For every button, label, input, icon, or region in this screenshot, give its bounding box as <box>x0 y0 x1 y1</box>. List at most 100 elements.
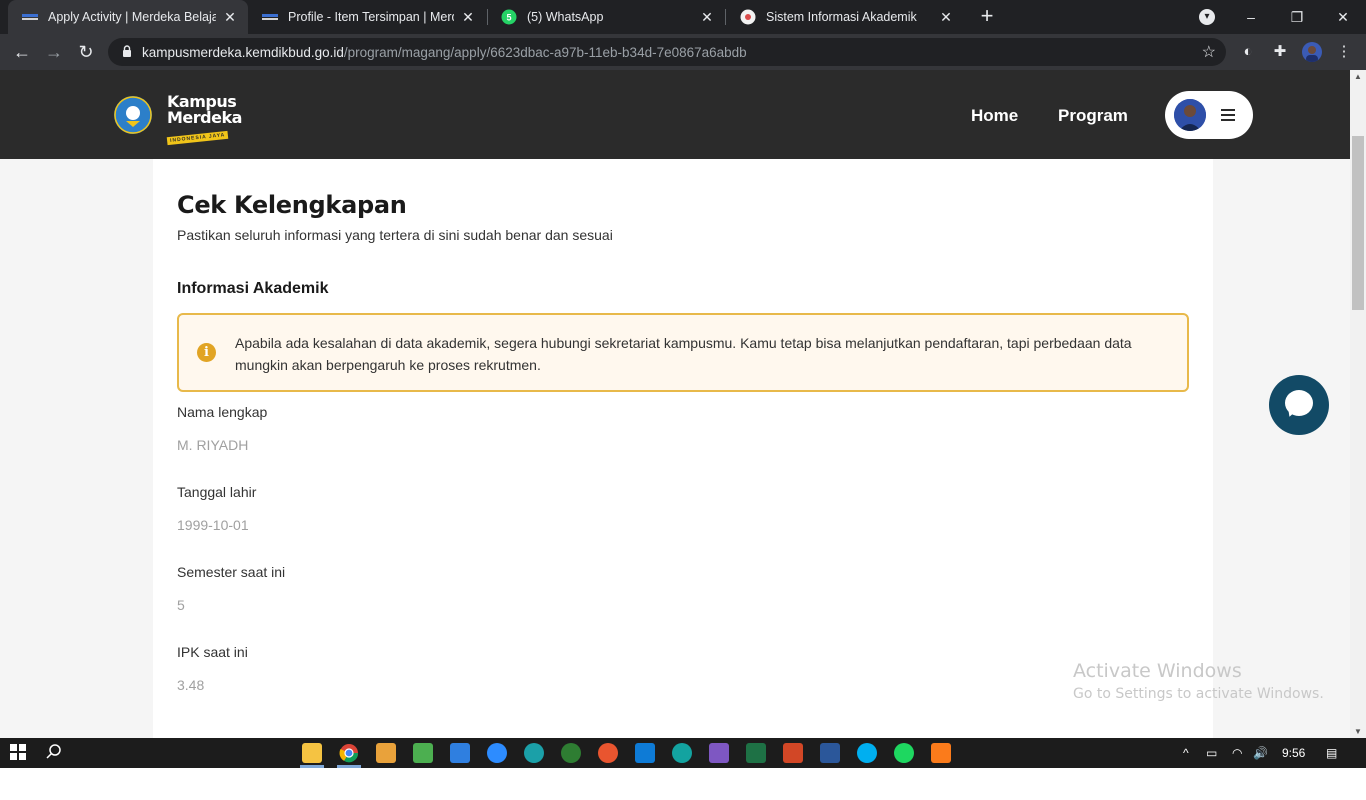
android-app-icon[interactable] <box>413 743 433 763</box>
clock-time[interactable]: 9:56 <box>1282 746 1305 760</box>
tab-close-icon[interactable]: ✕ <box>460 9 476 26</box>
back-button[interactable]: ← <box>10 40 34 64</box>
lock-icon <box>122 45 132 63</box>
skype-icon[interactable] <box>857 743 877 763</box>
screen-bottom-strip <box>0 768 1366 800</box>
form-card: Cek Kelengkapan Pastikan seluruh informa… <box>153 159 1213 738</box>
puzzle-extensions-icon[interactable]: ✚ <box>1270 42 1290 62</box>
nav-home-link[interactable]: Home <box>971 106 1018 126</box>
field-value-nama: M. RIYADH <box>177 437 249 453</box>
app-icon[interactable] <box>450 743 470 763</box>
logo-line-2: Merdeka <box>167 108 242 127</box>
extension-icon[interactable]: ◐ <box>1238 42 1258 62</box>
xampp-icon[interactable] <box>931 743 951 763</box>
chat-support-button[interactable] <box>1269 375 1329 435</box>
windows-taskbar: ^ ▭ ◠ 🔊 9:56 ▤ <box>0 738 1366 768</box>
edge-icon[interactable] <box>524 743 544 763</box>
chrome-icon[interactable] <box>339 743 359 763</box>
university-seal-icon <box>740 9 756 25</box>
chat-bubble-tail <box>1284 406 1298 419</box>
scroll-thumb[interactable] <box>1352 136 1364 310</box>
volume-icon[interactable]: 🔊 <box>1253 746 1268 760</box>
close-window-button[interactable]: ✕ <box>1320 0 1366 34</box>
url-domain: kampusmerdeka.kemdikbud.go.id <box>142 45 344 60</box>
kampus-merdeka-favicon-icon <box>262 9 278 25</box>
tab-title: Apply Activity | Merdeka Belajar - <box>48 10 216 24</box>
bookmark-star-icon[interactable]: ☆ <box>1202 42 1216 62</box>
alert-message: Apabila ada kesalahan di data akademik, … <box>235 335 1132 373</box>
activate-windows-hint: Go to Settings to activate Windows. <box>1073 686 1324 702</box>
minimize-button[interactable]: – <box>1228 0 1274 34</box>
whatsapp-icon: 5 <box>501 9 517 25</box>
page-title: Cek Kelengkapan <box>177 191 407 219</box>
tab-apply-activity[interactable]: Apply Activity | Merdeka Belajar - ✕ <box>8 0 248 34</box>
field-value-ipk: 3.48 <box>177 677 205 693</box>
search-icon[interactable] <box>45 743 65 763</box>
field-label-semester: Semester saat ini <box>177 564 286 580</box>
page-scrollbar[interactable]: ▲ ▼ <box>1350 70 1366 738</box>
restore-button[interactable]: ❐ <box>1274 0 1320 34</box>
excel-icon[interactable] <box>746 743 766 763</box>
chevron-down-icon: ▾ <box>1199 9 1215 25</box>
tab-search-button[interactable]: ▾ <box>1184 0 1230 34</box>
scroll-down-arrow-icon[interactable]: ▼ <box>1354 727 1362 736</box>
tab-close-icon[interactable]: ✕ <box>222 9 238 26</box>
scroll-up-arrow-icon[interactable]: ▲ <box>1354 72 1362 81</box>
forward-button[interactable]: → <box>42 40 66 64</box>
user-menu-button[interactable] <box>1165 91 1253 139</box>
tab-close-icon[interactable]: ✕ <box>938 9 954 26</box>
whatsapp-badge: 5 <box>506 13 511 23</box>
wifi-icon[interactable]: ◠ <box>1232 746 1242 760</box>
tab-title: Sistem Informasi Akademik <box>766 10 917 24</box>
info-icon: i <box>197 343 216 362</box>
notification-center-icon[interactable]: ▤ <box>1326 746 1337 760</box>
browser-menu-icon[interactable]: ⋮ <box>1334 42 1354 62</box>
field-label-tanggal-lahir: Tanggal lahir <box>177 484 257 500</box>
activate-windows-title: Activate Windows <box>1073 660 1242 682</box>
tab-whatsapp[interactable]: 5 (5) WhatsApp ✕ <box>487 0 725 34</box>
browser-tab-strip: Apply Activity | Merdeka Belajar - ✕ Pro… <box>0 0 1366 34</box>
field-value-semester: 5 <box>177 597 185 613</box>
url-path: /program/magang/apply/6623dbac-a97b-11eb… <box>343 45 747 60</box>
app-icon[interactable] <box>561 743 581 763</box>
vscode-icon[interactable] <box>635 743 655 763</box>
logo-tagline: INDONESIA JAYA <box>166 130 229 146</box>
section-title: Informasi Akademik <box>177 280 329 297</box>
tab-title: (5) WhatsApp <box>527 10 604 24</box>
zoom-icon[interactable] <box>487 743 507 763</box>
spotify-icon[interactable] <box>894 743 914 763</box>
browser-profile-avatar[interactable] <box>1302 42 1322 62</box>
reload-button[interactable]: ↻ <box>74 40 98 64</box>
field-label-nama: Nama lengkap <box>177 404 268 420</box>
info-alert: i Apabila ada kesalahan di data akademik… <box>177 313 1189 392</box>
kampus-merdeka-favicon-icon <box>22 9 38 25</box>
tray-chevron-icon[interactable]: ^ <box>1183 746 1189 760</box>
app-icon[interactable] <box>598 743 618 763</box>
address-bar[interactable]: kampusmerdeka.kemdikbud.go.id/program/ma… <box>108 38 1226 66</box>
battery-icon[interactable]: ▭ <box>1206 746 1217 760</box>
word-icon[interactable] <box>820 743 840 763</box>
browser-toolbar: ← → ↻ kampusmerdeka.kemdikbud.go.id/prog… <box>0 34 1366 70</box>
page-viewport: Kampus Merdeka INDONESIA JAYA Home Progr… <box>0 70 1350 738</box>
tab-profile[interactable]: Profile - Item Tersimpan | Merdek ✕ <box>248 0 486 34</box>
url-text: kampusmerdeka.kemdikbud.go.id/program/ma… <box>142 45 747 60</box>
tab-title: Profile - Item Tersimpan | Merdek <box>288 10 454 24</box>
nav-program-link[interactable]: Program <box>1058 106 1128 126</box>
field-value-tanggal-lahir: 1999-10-01 <box>177 517 249 533</box>
kampus-merdeka-logo[interactable]: Kampus Merdeka INDONESIA JAYA <box>166 94 247 146</box>
page-subtitle: Pastikan seluruh informasi yang tertera … <box>177 227 613 243</box>
hamburger-menu-icon <box>1221 109 1235 121</box>
app-icon[interactable] <box>376 743 396 763</box>
windows-start-icon[interactable] <box>9 743 29 763</box>
avatar <box>1174 99 1206 131</box>
new-tab-button[interactable]: + <box>976 5 998 27</box>
field-label-ipk: IPK saat ini <box>177 644 248 660</box>
arduino-icon[interactable] <box>672 743 692 763</box>
file-explorer-icon[interactable] <box>302 743 322 763</box>
powerpoint-icon[interactable] <box>783 743 803 763</box>
tab-close-icon[interactable]: ✕ <box>699 9 715 26</box>
tab-sistem-informasi[interactable]: Sistem Informasi Akademik ✕ <box>726 0 964 34</box>
tut-wuri-handayani-logo-icon[interactable] <box>114 96 152 134</box>
site-header: Kampus Merdeka INDONESIA JAYA Home Progr… <box>0 70 1350 159</box>
app-icon[interactable] <box>709 743 729 763</box>
